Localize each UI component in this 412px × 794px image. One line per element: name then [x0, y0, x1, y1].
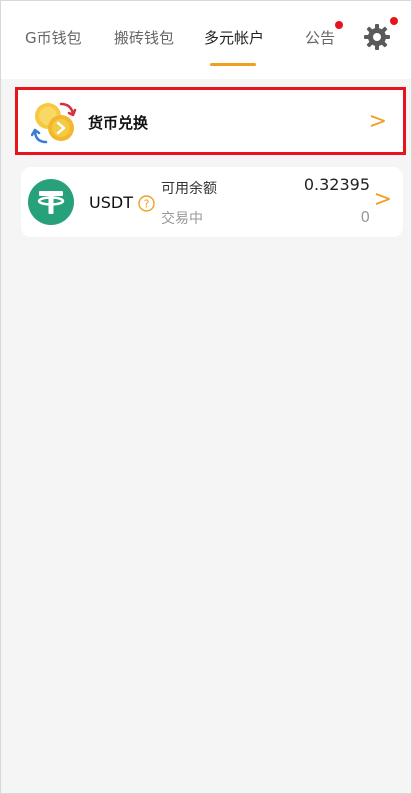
asset-name: USDT — [89, 193, 133, 212]
tab-g-coin-wallet[interactable]: G币钱包 — [25, 27, 82, 48]
chevron-right-icon: > — [373, 187, 392, 212]
in-trading-label: 交易中 — [161, 211, 203, 227]
available-balance-label: 可用余额 — [161, 181, 217, 197]
available-balance-value: 0.32395 — [303, 175, 370, 194]
currency-exchange-icon — [31, 102, 77, 144]
settings-badge-dot — [390, 17, 398, 25]
top-tab-bar: G币钱包 搬砖钱包 多元帐户 公告 — [1, 1, 411, 79]
tab-multi-account[interactable]: 多元帐户 — [204, 27, 264, 48]
currency-exchange-label: 货币兑换 — [88, 114, 149, 132]
in-trading-value: 0 — [360, 208, 370, 226]
tether-icon — [28, 179, 74, 225]
gear-icon[interactable] — [363, 23, 391, 51]
svg-text:?: ? — [144, 198, 150, 211]
tab-brick-wallet[interactable]: 搬砖钱包 — [114, 27, 174, 48]
help-icon[interactable]: ? — [138, 195, 155, 212]
tab-announcements[interactable]: 公告 — [305, 27, 335, 48]
active-tab-indicator — [210, 63, 256, 66]
wallet-page: G币钱包 搬砖钱包 多元帐户 公告 货币兑换 > USDT ? 可用余额 交易中… — [0, 0, 412, 794]
usdt-asset-card[interactable]: USDT ? 可用余额 交易中 0.32395 0 > — [21, 167, 403, 237]
currency-exchange-row[interactable]: 货币兑换 > — [15, 87, 406, 155]
chevron-right-icon: > — [368, 109, 387, 134]
announcement-badge-dot — [335, 21, 343, 29]
